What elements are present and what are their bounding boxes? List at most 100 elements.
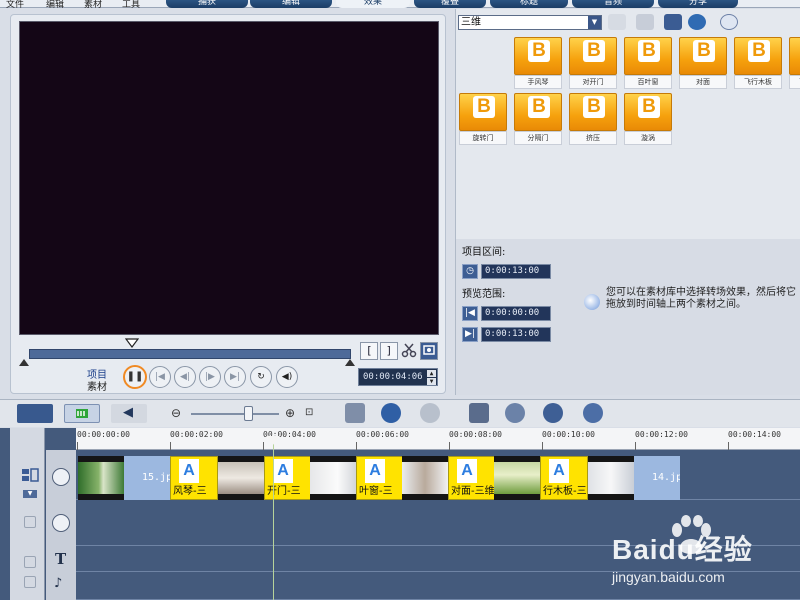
record-capture-icon[interactable] bbox=[469, 403, 489, 423]
track-view-toggle-icon[interactable] bbox=[21, 468, 39, 482]
home-button[interactable]: |◀ bbox=[149, 366, 171, 388]
transition-clip-label: 对面-三维 bbox=[451, 486, 495, 497]
photo-clip[interactable] bbox=[402, 456, 448, 500]
ruler-tick bbox=[635, 442, 636, 450]
track-lock-icon[interactable] bbox=[24, 576, 36, 588]
timeline-view-button[interactable] bbox=[64, 404, 100, 423]
transition-tile[interactable]: B 百叶窗 bbox=[624, 37, 672, 89]
fit-project-icon[interactable]: ⊡ bbox=[305, 407, 313, 418]
storyboard-view-button[interactable] bbox=[17, 404, 53, 423]
photo-clip[interactable] bbox=[310, 456, 356, 500]
transition-clip[interactable]: A 风琴-三 bbox=[170, 456, 218, 500]
step-tab-share[interactable]: 分享 bbox=[658, 0, 738, 8]
transition-glyph: B bbox=[528, 40, 550, 62]
folder-icon[interactable] bbox=[608, 14, 626, 30]
volume-button[interactable]: ◀) bbox=[276, 366, 298, 388]
menu-tools[interactable]: 工具 bbox=[122, 0, 140, 10]
zoom-out-icon[interactable]: ⊖ bbox=[171, 406, 181, 420]
prev-frame-button[interactable]: ◀| bbox=[174, 366, 196, 388]
transition-tile[interactable]: B 手风琴 bbox=[514, 37, 562, 89]
preview-start-value[interactable]: 0:00:00:00 bbox=[481, 306, 551, 321]
transition-thumbnail: B bbox=[459, 93, 507, 131]
timecode-up-icon[interactable]: ▲ bbox=[427, 370, 436, 377]
cut-clip-button[interactable] bbox=[400, 342, 418, 360]
preview-end-value[interactable]: 0:00:13:00 bbox=[481, 327, 551, 342]
transition-tile[interactable]: B 对开门 bbox=[569, 37, 617, 89]
transition-clip-label: 行木板-三 bbox=[543, 486, 587, 497]
timeline-ruler[interactable]: 00:00:00:00 00:00:02:00 00:00:04:00 00:00:0… bbox=[76, 428, 800, 450]
playhead-marker-icon[interactable] bbox=[266, 436, 280, 445]
preview-range-label: 预览范围: bbox=[462, 289, 506, 300]
photo-clip[interactable] bbox=[218, 456, 264, 500]
refresh-library-icon[interactable] bbox=[688, 14, 706, 30]
redo-icon[interactable] bbox=[420, 403, 440, 423]
transition-thumbnail: B bbox=[514, 93, 562, 131]
project-range-value[interactable]: 0:00:13:00 bbox=[481, 264, 551, 279]
mode-clip-label[interactable]: 素材 bbox=[87, 378, 107, 393]
track-manager-icon[interactable] bbox=[543, 403, 563, 423]
mark-out-button[interactable]: ] bbox=[380, 342, 398, 360]
ruler-tick bbox=[449, 442, 450, 450]
zoom-slider[interactable] bbox=[191, 413, 279, 415]
next-frame-button[interactable]: |▶ bbox=[199, 366, 221, 388]
ruler-timecode: 00:00:00:00 bbox=[77, 430, 130, 439]
step-tab-effect[interactable]: 效果 bbox=[336, 0, 410, 8]
transition-thumbnail: B bbox=[679, 37, 727, 75]
track-lock-icon[interactable] bbox=[24, 516, 36, 528]
transition-tile[interactable]: B 对面 bbox=[679, 37, 727, 89]
track-header-column: ▼ bbox=[10, 428, 45, 600]
pause-button[interactable]: ❚❚ bbox=[123, 365, 147, 389]
image-clip[interactable]: 14.jp bbox=[634, 456, 680, 500]
apply-effect-icon[interactable] bbox=[636, 14, 654, 30]
mix-audio-icon[interactable] bbox=[583, 403, 603, 423]
playhead-line[interactable] bbox=[273, 436, 274, 600]
menu-edit[interactable]: 编辑 bbox=[46, 0, 64, 10]
timecode-down-icon[interactable]: ▼ bbox=[427, 378, 436, 385]
track-lock-icon[interactable] bbox=[24, 556, 36, 568]
smart-proxy-icon[interactable] bbox=[505, 403, 525, 423]
clip-thumbnail bbox=[78, 462, 124, 494]
step-tab-edit[interactable]: 编辑 bbox=[250, 0, 332, 8]
transition-tile[interactable]: B 分隔门 bbox=[514, 93, 562, 145]
transition-tile[interactable]: B 旋转门 bbox=[459, 93, 507, 145]
step-tab-overlay[interactable]: 覆叠 bbox=[414, 0, 486, 8]
zoom-in-icon[interactable]: ⊕ bbox=[285, 406, 295, 420]
photo-clip[interactable] bbox=[588, 456, 634, 500]
timecode-field[interactable]: 00:00:04:06 ▲ ▼ bbox=[358, 368, 438, 386]
clip-thumbnail bbox=[402, 462, 448, 494]
image-clip[interactable]: 15.jp bbox=[124, 456, 170, 500]
scrub-marker-icon[interactable] bbox=[125, 338, 139, 348]
insert-media-icon[interactable] bbox=[345, 403, 365, 423]
expand-library-icon[interactable] bbox=[720, 14, 738, 30]
audio-view-button[interactable]: ◀ bbox=[111, 404, 147, 423]
transition-clip[interactable]: A 对面-三维 bbox=[448, 456, 496, 500]
trim-start-handle[interactable] bbox=[19, 359, 29, 366]
transition-clip[interactable]: A 叶窗-三 bbox=[356, 456, 404, 500]
undo-icon[interactable] bbox=[381, 403, 401, 423]
menu-file[interactable]: 文件 bbox=[6, 0, 24, 10]
step-tab-capture[interactable]: 捕获 bbox=[166, 0, 248, 8]
end-button[interactable]: ▶| bbox=[224, 366, 246, 388]
transition-clip[interactable]: A 开门-三 bbox=[264, 456, 312, 500]
transition-glyph: B bbox=[583, 40, 605, 62]
step-tab-audio[interactable]: 音频 bbox=[572, 0, 654, 8]
transition-glyph: B bbox=[473, 96, 495, 118]
step-tab-title[interactable]: 标题 bbox=[490, 0, 568, 8]
scrub-bar[interactable] bbox=[29, 349, 351, 359]
trim-end-handle[interactable] bbox=[345, 359, 355, 366]
track-expand-icon[interactable]: ▼ bbox=[23, 490, 37, 498]
repeat-button[interactable]: ↻ bbox=[250, 366, 272, 388]
transition-tile[interactable]: B 挤压 bbox=[569, 93, 617, 145]
photo-clip[interactable] bbox=[494, 456, 540, 500]
transition-tile[interactable]: B飞行方块 bbox=[789, 37, 800, 89]
library-options-icon[interactable] bbox=[664, 14, 682, 30]
photo-clip[interactable] bbox=[78, 456, 124, 500]
zoom-slider-thumb[interactable] bbox=[244, 406, 253, 421]
transition-clip[interactable]: A 行木板-三 bbox=[540, 456, 588, 500]
menu-clip[interactable]: 素材 bbox=[84, 0, 102, 10]
transition-tile[interactable]: B 漩涡 bbox=[624, 93, 672, 145]
mark-in-button[interactable]: [ bbox=[360, 342, 378, 360]
transition-tile[interactable]: B 飞行木板 bbox=[734, 37, 782, 89]
category-dropdown[interactable]: 三维 ▼ bbox=[458, 15, 602, 30]
enlarge-preview-button[interactable] bbox=[420, 342, 438, 360]
